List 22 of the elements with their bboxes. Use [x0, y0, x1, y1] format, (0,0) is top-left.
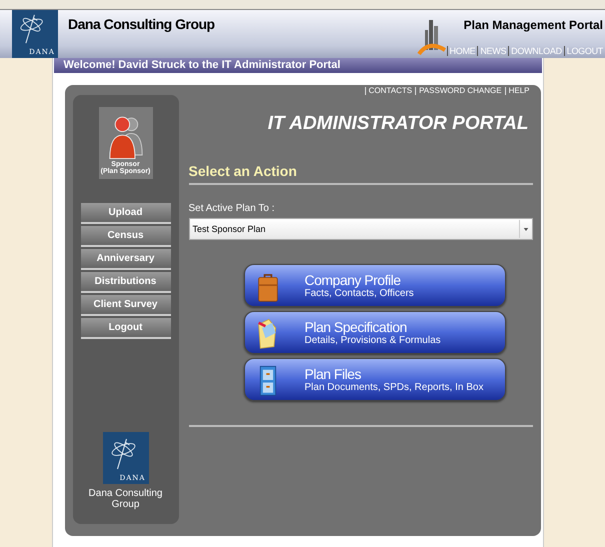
welcome-banner: Welcome! David Struck to the IT Administrator Portal	[54, 58, 542, 73]
company-name: Dana Consulting Group	[68, 16, 215, 34]
sidebar-menu-item[interactable]: Anniversary	[80, 249, 170, 270]
header-link[interactable]: HELP	[504, 87, 532, 95]
header-link[interactable]: CONTACTS	[364, 87, 416, 95]
company-name: Dana Consulting Group	[88, 488, 164, 510]
sidebar-menu-item[interactable]: Census	[80, 226, 170, 247]
sidebar-menu-item[interactable]: Logout	[80, 318, 170, 339]
action-button[interactable]: Plan Specification Details, Provisions & Formulas	[244, 311, 506, 354]
header-link[interactable]: PASSWORD CHANGE	[415, 87, 505, 95]
sidebar-menu-item[interactable]: Upload	[80, 203, 170, 224]
caret-icon	[522, 226, 528, 232]
page-title: IT ADMINISTRATOR PORTAL	[266, 113, 528, 135]
field-label: Set Active Plan To :	[188, 203, 276, 214]
portal-title: Plan Management Portal	[464, 18, 603, 32]
building-logo-icon	[416, 18, 447, 58]
plan-dropdown[interactable]: Test Sponsor Plan	[188, 218, 532, 240]
sidebar-menu-item[interactable]: Client Survey	[80, 295, 170, 316]
action-button[interactable]: Company Profile Facts, Contacts, Officers	[244, 264, 506, 307]
action-button[interactable]: Plan Files Plan Documents, SPDs, Reports, In Box	[244, 358, 506, 401]
sidebar-menu-item[interactable]: Distributions	[80, 272, 170, 293]
section-heading: Select an Action	[188, 163, 298, 179]
